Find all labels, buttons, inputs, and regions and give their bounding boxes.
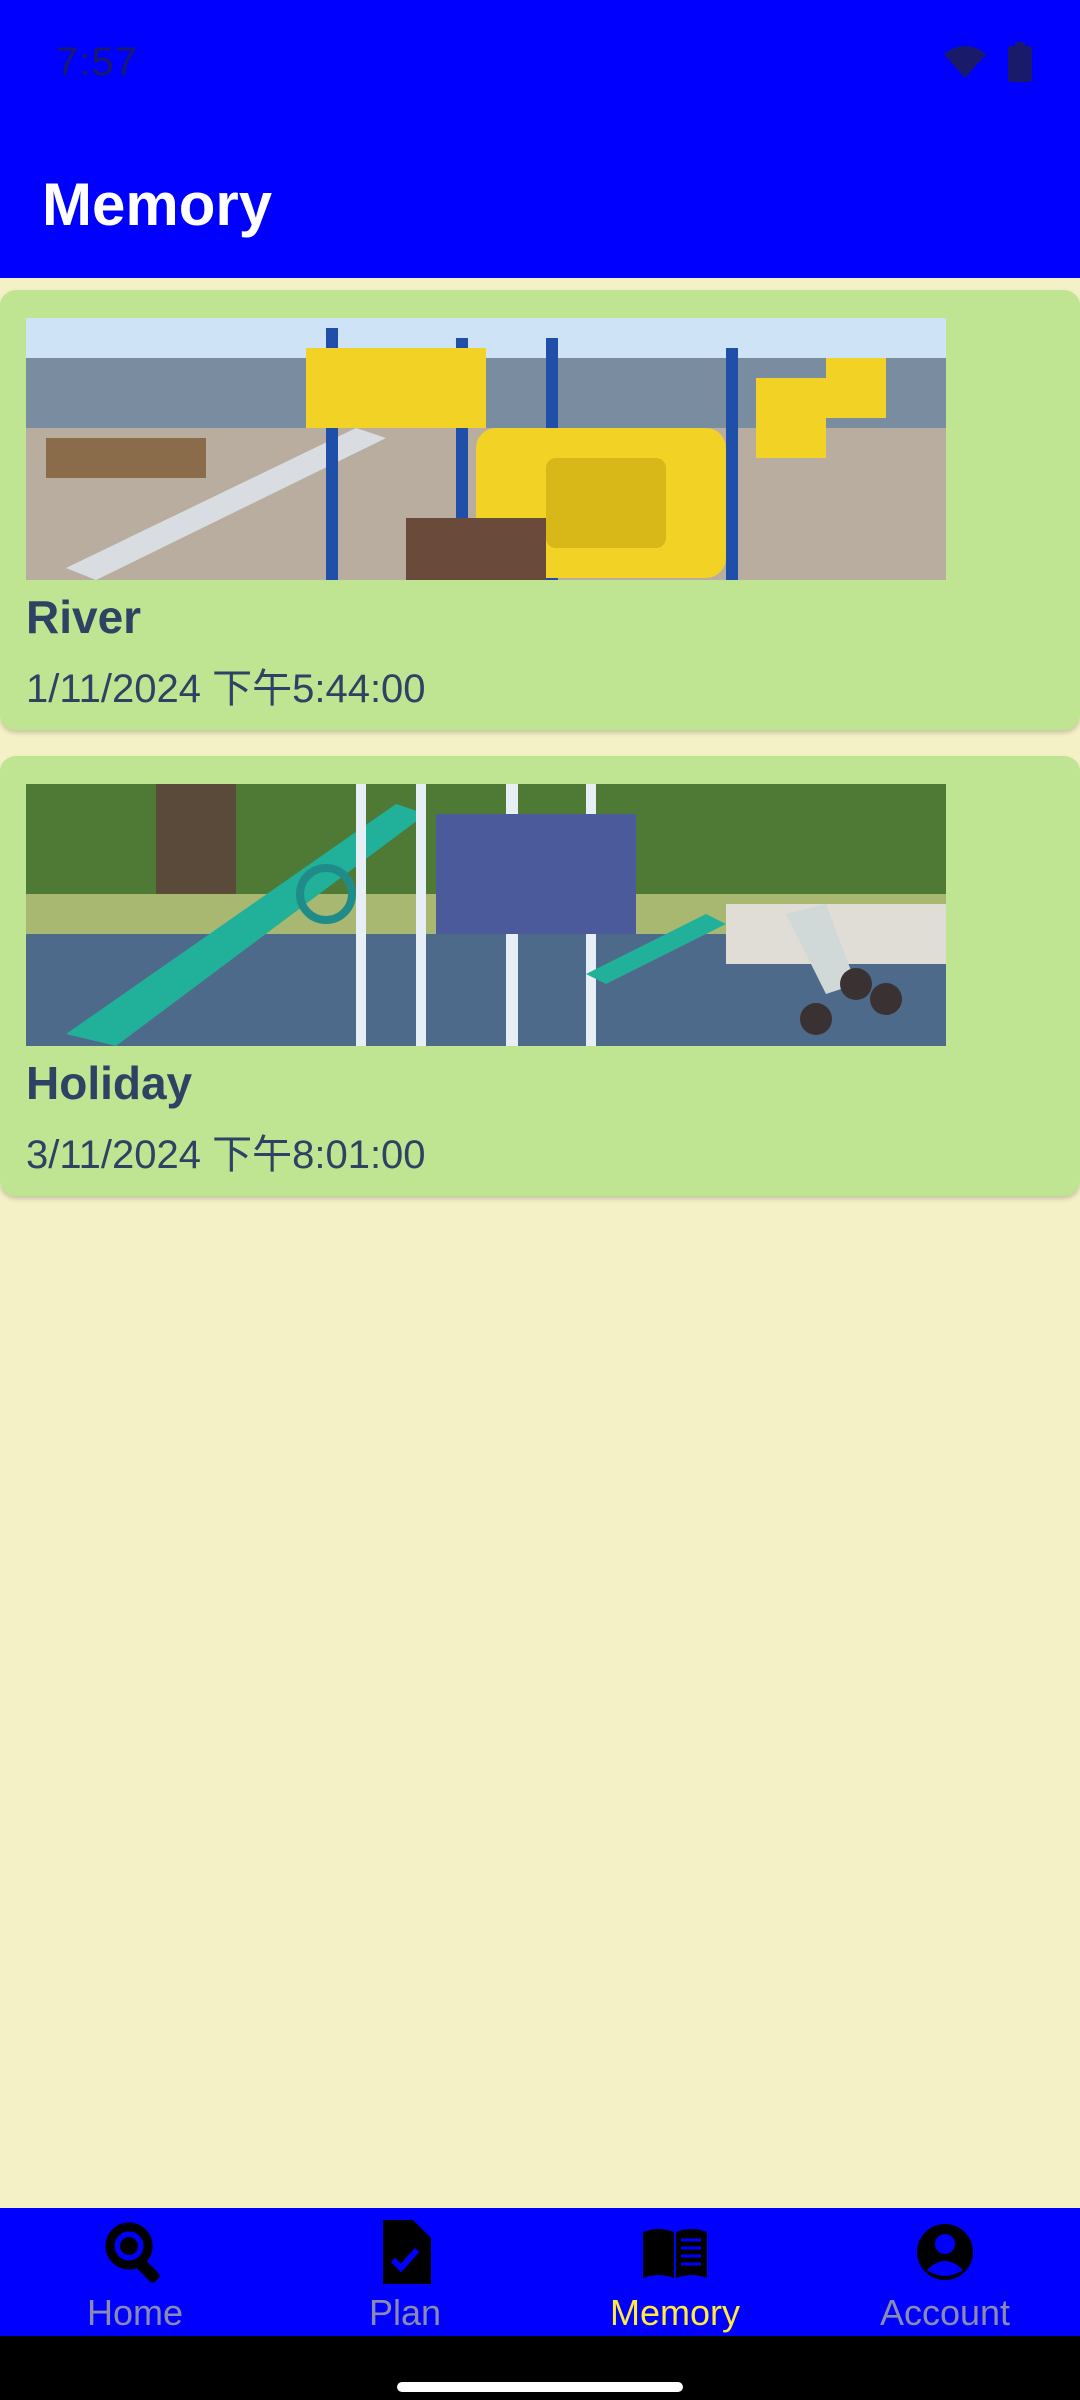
book-icon xyxy=(643,2218,707,2286)
memory-list: River 1/11/2024 下午5:44:00 Holiday 3/11/2… xyxy=(0,290,1080,1222)
memory-card[interactable]: River 1/11/2024 下午5:44:00 xyxy=(0,290,1080,730)
nav-label: Memory xyxy=(609,2292,740,2333)
page-title: Memory xyxy=(42,171,273,238)
nav-item-home[interactable]: Home xyxy=(0,2208,270,2336)
status-time: 7:57 xyxy=(56,40,138,84)
account-icon xyxy=(915,2218,975,2286)
checklist-icon xyxy=(379,2218,431,2286)
wifi-icon xyxy=(942,44,988,85)
nav-label: Home xyxy=(86,2292,184,2333)
nav-item-memory[interactable]: Memory xyxy=(540,2208,810,2336)
memory-card[interactable]: Holiday 3/11/2024 下午8:01:00 xyxy=(0,756,1080,1196)
status-icons xyxy=(942,42,1032,87)
memory-date: 1/11/2024 下午5:44:00 xyxy=(26,667,426,711)
app-header: 7:57 Memory xyxy=(0,0,1080,278)
memory-photo xyxy=(26,784,946,1046)
search-icon xyxy=(101,2218,169,2286)
battery-icon xyxy=(1008,42,1032,87)
nav-item-account[interactable]: Account xyxy=(810,2208,1080,2336)
memory-title: River xyxy=(26,591,142,643)
bottom-navigation: Home Plan Memory Account xyxy=(0,2208,1080,2336)
home-gesture-bar[interactable] xyxy=(397,2382,683,2392)
memory-photo xyxy=(26,318,946,580)
nav-item-plan[interactable]: Plan xyxy=(270,2208,540,2336)
nav-label: Plan xyxy=(368,2292,442,2333)
nav-label: Account xyxy=(879,2292,1011,2333)
memory-title: Holiday xyxy=(26,1057,193,1109)
memory-date: 3/11/2024 下午8:01:00 xyxy=(26,1133,426,1177)
